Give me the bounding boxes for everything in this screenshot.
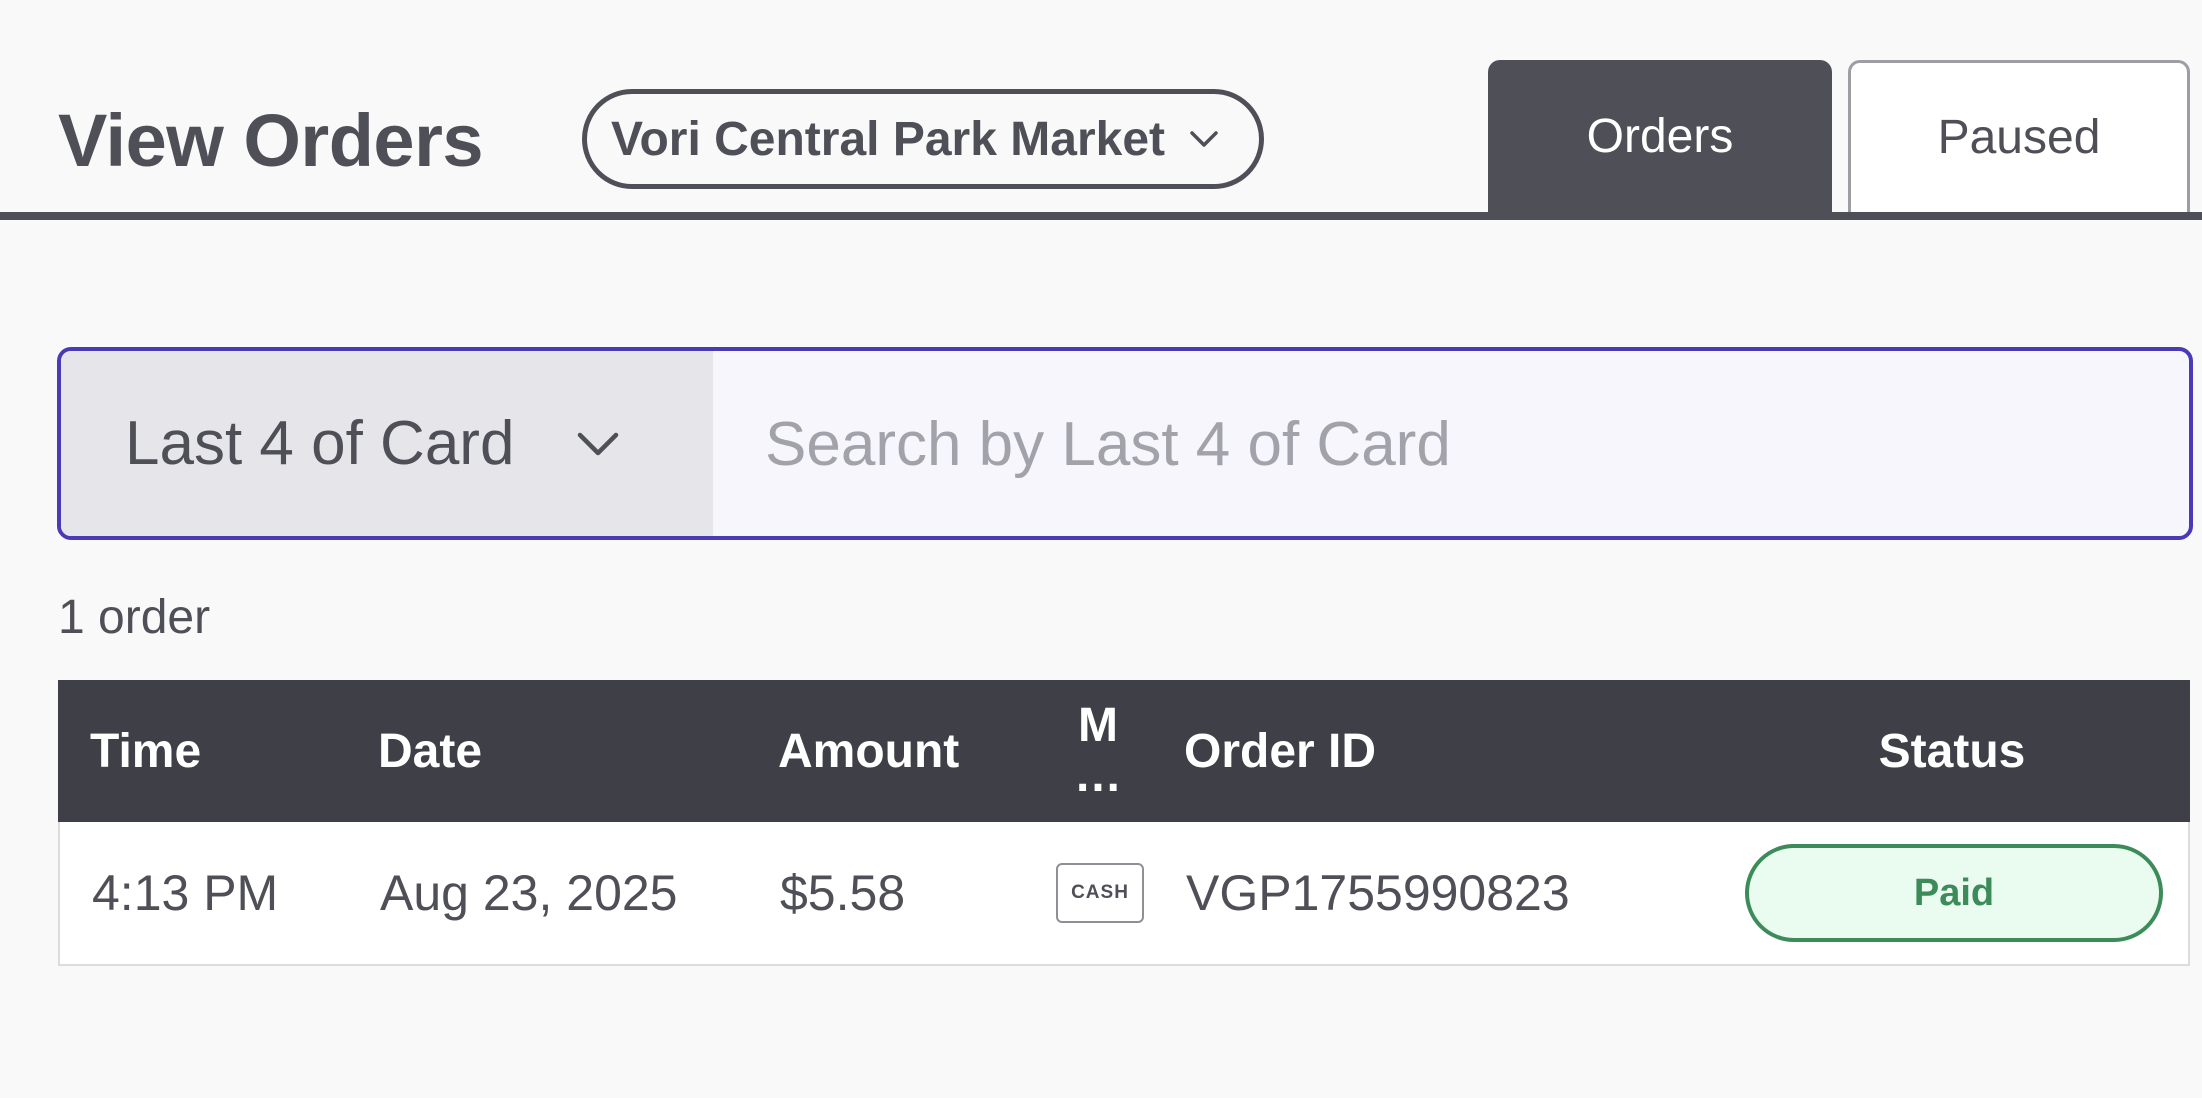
header-divider — [0, 212, 2202, 220]
row-order-id: VGP1755990823 — [1186, 865, 1570, 921]
chevron-down-icon — [1190, 131, 1218, 147]
orders-table: Time Date Amount M … Order ID Status 4:1… — [58, 680, 2190, 966]
tab-orders-label: Orders — [1586, 109, 1734, 163]
column-header-amount[interactable]: Amount — [778, 680, 959, 822]
column-header-status[interactable]: Status — [1742, 680, 2162, 822]
order-count: 1 order — [58, 591, 211, 644]
row-status: Paid — [1744, 822, 2164, 964]
tab-paused-label: Paused — [1937, 111, 2101, 164]
page-header: View Orders Vori Central Park Market Ord… — [0, 0, 2202, 220]
page-title: View Orders — [58, 99, 484, 182]
search-type-select[interactable]: Last 4 of Card — [61, 351, 713, 536]
row-amount: $5.58 — [780, 865, 906, 921]
store-select[interactable]: Vori Central Park Market — [582, 89, 1264, 189]
search-type-label: Last 4 of Card — [125, 409, 515, 478]
column-header-time[interactable]: Time — [90, 680, 201, 822]
tab-orders[interactable]: Orders — [1488, 60, 1832, 212]
table-row[interactable]: 4:13 PM Aug 23, 2025 $5.58 CASH VGP17559… — [58, 822, 2190, 966]
status-badge: Paid — [1745, 844, 2163, 942]
row-method: CASH — [1030, 822, 1170, 964]
column-header-date[interactable]: Date — [378, 680, 482, 822]
tab-paused[interactable]: Paused — [1848, 60, 2190, 212]
column-header-order-id[interactable]: Order ID — [1184, 680, 1376, 822]
table-header: Time Date Amount M … Order ID Status — [58, 680, 2190, 822]
row-date: Aug 23, 2025 — [380, 865, 678, 921]
column-header-method[interactable]: M … — [1028, 680, 1168, 822]
chevron-down-icon — [578, 432, 619, 455]
column-header-method-line2: … — [1074, 749, 1122, 802]
column-header-method-line1: M — [1078, 698, 1118, 752]
row-time: 4:13 PM — [92, 865, 279, 921]
cash-icon: CASH — [1056, 863, 1144, 923]
search-bar: Last 4 of Card — [57, 347, 2193, 540]
search-input[interactable] — [713, 351, 2189, 536]
store-select-label: Vori Central Park Market — [611, 112, 1165, 166]
